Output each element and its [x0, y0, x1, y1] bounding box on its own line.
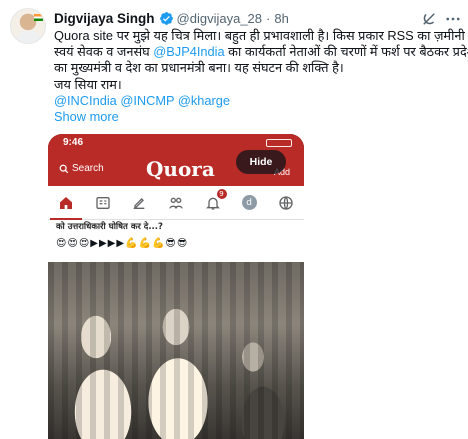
- verified-badge-icon: [159, 11, 173, 25]
- author-name[interactable]: Digvijaya Singh: [54, 11, 155, 26]
- tweet-header: Digvijaya Singh @digvijaya_28 · 8h: [54, 8, 289, 28]
- battery-icon: [266, 139, 292, 147]
- quora-search-label: Search: [72, 163, 104, 174]
- notifications-icon: 9: [203, 188, 227, 213]
- quora-emoji-row: 😍😍😍▶▶▶▶💪💪💪😎😎: [56, 238, 189, 249]
- tweet-line: का मुख्यमंत्री व देश का प्रधानमंत्री बना…: [54, 60, 344, 76]
- tweet-line: जय सिया राम।: [54, 76, 122, 92]
- author-avatar[interactable]: [10, 8, 46, 44]
- tweet-line: Quora site पर मुझे यह चित्र मिला। बहुत ह…: [54, 28, 465, 43]
- quora-question: को उत्तराधिकारी घोषित कर दे...?: [56, 222, 163, 232]
- answer-icon: [129, 193, 149, 213]
- mention-link[interactable]: @BJP4India: [153, 44, 224, 59]
- quora-logo: Quora: [146, 157, 215, 181]
- hide-media-button[interactable]: Hide: [236, 150, 286, 174]
- crowd-texture: [48, 262, 304, 439]
- languages-icon: [276, 193, 296, 213]
- quora-nav-bar: 9 d: [48, 186, 304, 220]
- profile-icon: d: [239, 193, 259, 213]
- tweet-body: Quora site पर मुझे यह चित्र मिला। बहुत ह…: [54, 28, 468, 125]
- home-icon: [50, 193, 83, 220]
- spaces-icon: [166, 193, 186, 213]
- following-icon: [93, 193, 113, 213]
- crowd-photo: [48, 262, 304, 439]
- show-more-link[interactable]: Show more: [54, 109, 460, 125]
- dot-separator: ·: [266, 10, 271, 26]
- tweet-line-text: स्वयं सेवक व जनसंघ: [54, 44, 150, 60]
- avatar-figure: [17, 31, 41, 43]
- profile-initial: d: [241, 195, 257, 210]
- tweet-line: स्वयं सेवक व जनसंघ @BJP4India का कार्यकर…: [54, 44, 468, 60]
- notification-count: 9: [216, 188, 227, 199]
- mentions-links[interactable]: @INCIndia @INCMP @kharge: [54, 93, 460, 109]
- flag-icon: [34, 14, 43, 21]
- tweet-line-text: का कार्यकर्ता नेताओं की चरणों में फर्श प…: [228, 44, 468, 60]
- author-handle[interactable]: @digvijaya_28: [177, 11, 262, 26]
- phone-time: 9:46: [63, 137, 84, 148]
- quora-post: को उत्तराधिकारी घोषित कर दे...? 😍😍😍▶▶▶▶💪…: [48, 220, 304, 262]
- search-icon: [59, 164, 69, 173]
- grok-icon[interactable]: [420, 10, 438, 28]
- tweet-timestamp[interactable]: 8h: [274, 11, 288, 26]
- tweet-media-image[interactable]: 9:46 Search Quora Add Hide 9 d को उत्तरा…: [48, 134, 304, 439]
- quora-search: Search: [59, 163, 104, 174]
- more-options-icon[interactable]: [444, 10, 462, 28]
